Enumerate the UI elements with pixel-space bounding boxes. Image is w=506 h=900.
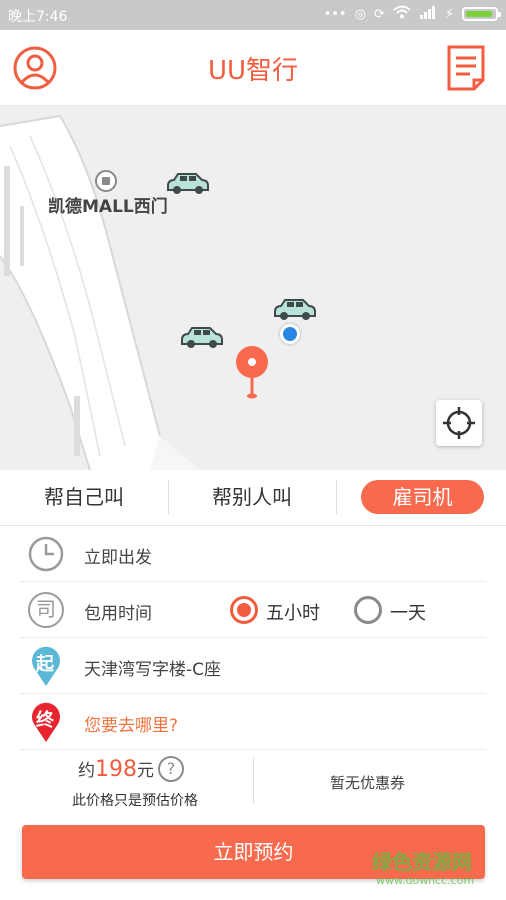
app-header: UU智行 [0,30,506,106]
locate-icon [443,407,475,439]
driver-icon: 司 [28,592,64,628]
charging-icon: ⚡ [444,6,454,22]
radio-five-hours-label[interactable]: 五小时 [266,599,320,625]
start-location-row[interactable]: 起 天津湾写字楼-C座 [20,638,486,694]
locate-button[interactable] [436,400,482,446]
depart-time-text: 立即出发 [84,548,152,568]
signal-icon [419,5,437,23]
car-icon [167,173,209,194]
car-icon [274,299,316,320]
start-marker-char: 起 [36,654,54,675]
order-type-tabs: 帮自己叫 帮别人叫 雇司机 [0,470,506,526]
coupon-text[interactable]: 暂无优惠券 [330,772,405,793]
more-icon: ••• [323,6,347,22]
tab-call-self[interactable]: 帮自己叫 [0,480,168,514]
destination-input[interactable]: 您要去哪里? [84,711,178,736]
estimated-price: 约198元 [78,756,154,782]
depart-time-row[interactable]: 立即出发 [20,526,486,582]
orders-button[interactable] [446,44,492,92]
current-location-dot [280,324,300,344]
map-roads [0,114,200,470]
tab-divider [336,480,337,514]
alarm-icon: ◎ [354,6,366,22]
charter-time-label: 包用时间 [84,604,152,624]
map-poi-label: 凯德MALL西门 [48,197,168,217]
status-time: 晚上7:46 [8,9,68,25]
price-prefix: 约 [78,761,95,781]
watermark-url: www.downcc.com [376,874,475,887]
status-bar: 晚上7:46 ••• ◎ ⟳ ⚡ [0,0,506,30]
battery-fill [466,11,493,17]
destination-row[interactable]: 终 您要去哪里? [20,694,486,750]
price-unit: 元 [137,761,154,781]
end-marker-char: 终 [36,710,54,731]
price-amount: 198 [95,757,137,782]
price-note: 此价格只是预估价格 [72,793,198,809]
price-help-icon[interactable]: ? [158,756,184,782]
map-view[interactable]: 凯德MALL西门 [0,106,506,470]
start-location-text: 天津湾写字楼-C座 [84,660,222,680]
car-icon [181,327,223,348]
price-area: 约198元 ? 此价格只是预估价格 暂无优惠券 [0,750,506,816]
driver-icon-char: 司 [36,597,56,621]
app-title: UU智行 [207,56,299,86]
watermark-logo: 绿色资源网 [372,850,472,874]
pickup-pin-icon[interactable] [234,346,270,400]
tab-hire-driver[interactable]: 雇司机 [361,480,484,514]
clock-icon [28,536,64,572]
wifi-icon [393,5,411,23]
status-icons: ••• ◎ ⟳ ⚡ [323,5,501,23]
document-icon [447,45,485,91]
tab-call-others[interactable]: 帮别人叫 [168,480,336,514]
price-divider [253,758,254,804]
battery-icon [462,7,501,21]
radio-five-hours[interactable] [230,596,258,624]
radio-one-day[interactable] [354,596,382,624]
radio-one-day-label[interactable]: 一天 [390,599,426,625]
entrance-icon [95,170,117,192]
sync-icon: ⟳ [373,6,385,22]
charter-time-row: 司 包用时间 五小时 一天 [20,582,486,638]
